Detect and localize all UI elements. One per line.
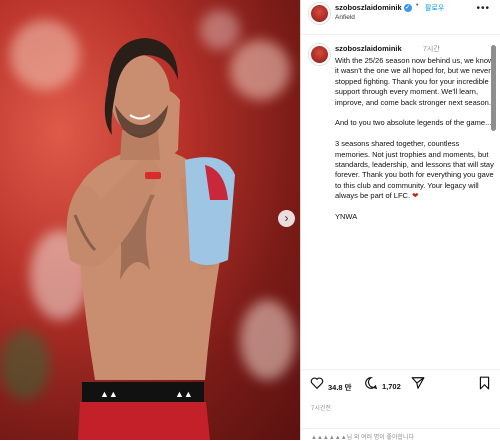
caption-area: szoboszlaidominik 7시간 With the 25/26 sea… xyxy=(301,35,500,365)
avatar[interactable] xyxy=(309,44,330,65)
post-header: szoboszlaidominik ✓ • 팔로우 Anfield ••• xyxy=(301,0,500,35)
caption-paragraph: YNWA xyxy=(335,212,358,222)
verified-badge-icon: ✓ xyxy=(403,4,412,13)
scrollbar-thumb[interactable] xyxy=(491,45,496,131)
location-link[interactable]: Anfield xyxy=(335,14,355,21)
paper-plane-icon[interactable] xyxy=(411,376,425,390)
caption-text: With the 25/26 season now behind us, we … xyxy=(335,56,495,233)
avatar[interactable] xyxy=(309,3,330,24)
post-time-ago: 7시간 xyxy=(423,46,440,53)
svg-text:▲▲: ▲▲ xyxy=(175,389,193,399)
caption-paragraph: And to you two absolute legends of the g… xyxy=(335,118,492,128)
likes-summary-bar: ▲▲▲▲▲▲님 외 여러 명이 좋아합니다 xyxy=(301,428,500,441)
post-photo[interactable]: ▲▲ ▲▲ › xyxy=(0,0,300,440)
follow-button[interactable]: 팔로우 xyxy=(425,3,444,13)
post-detail-panel: szoboszlaidominik ✓ • 팔로우 Anfield ••• szo… xyxy=(300,0,500,441)
action-bar: 34.8 만 1,702 xyxy=(301,369,500,400)
like-count[interactable]: 34.8 만 xyxy=(328,382,352,393)
player-figure: ▲▲ ▲▲ xyxy=(66,38,235,440)
username-text[interactable]: szoboszlaidominik xyxy=(335,3,402,12)
caption-paragraph: With the 25/26 season now behind us, we … xyxy=(335,56,494,107)
heart-emoji: ❤ xyxy=(412,191,419,201)
comment-bubble-icon[interactable] xyxy=(364,376,378,390)
post-date: 7시간전 xyxy=(311,406,331,412)
comment-count[interactable]: 1,702 xyxy=(382,382,401,391)
heart-outline-icon[interactable] xyxy=(310,376,324,390)
chevron-right-icon: › xyxy=(284,211,289,225)
header-username[interactable]: szoboszlaidominik ✓ xyxy=(335,3,412,13)
caption-username[interactable]: szoboszlaidominik xyxy=(335,44,402,53)
svg-text:▲▲: ▲▲ xyxy=(100,389,118,399)
bookmark-icon[interactable] xyxy=(478,376,491,390)
next-image-button[interactable]: › xyxy=(278,210,295,227)
separator-dot: • xyxy=(416,2,419,9)
more-horizontal-icon[interactable]: ••• xyxy=(476,3,490,14)
caption-paragraph: 3 seasons shared together, countless mem… xyxy=(335,139,495,201)
